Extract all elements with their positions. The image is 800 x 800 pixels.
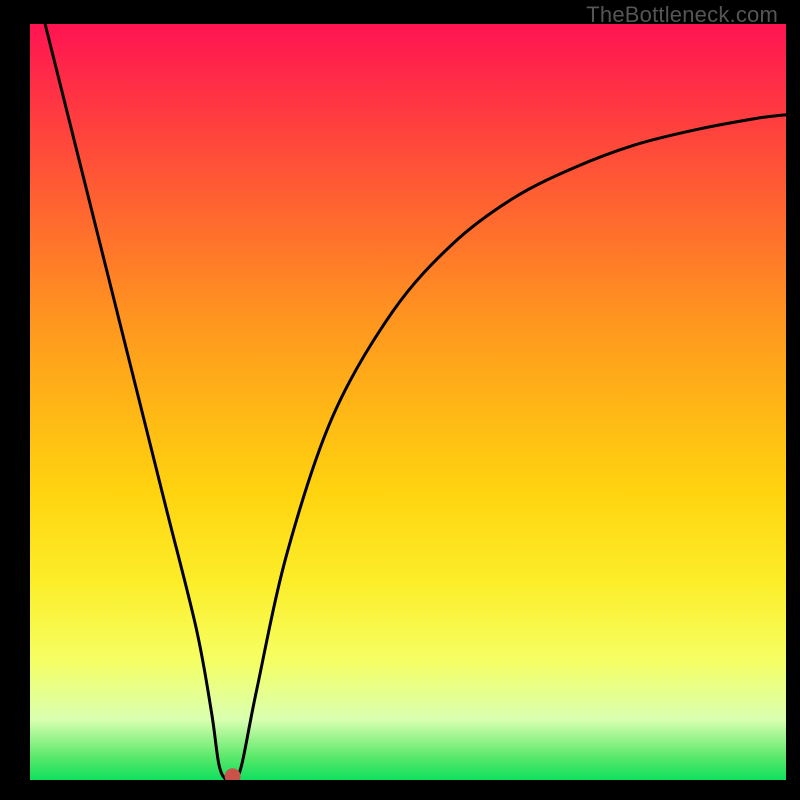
chart-frame: TheBottleneck.com <box>0 0 800 800</box>
chart-svg <box>30 24 786 780</box>
minimum-marker <box>225 768 241 780</box>
plot-area <box>30 24 786 780</box>
watermark-text: TheBottleneck.com <box>586 2 778 28</box>
bottleneck-curve <box>45 24 786 780</box>
